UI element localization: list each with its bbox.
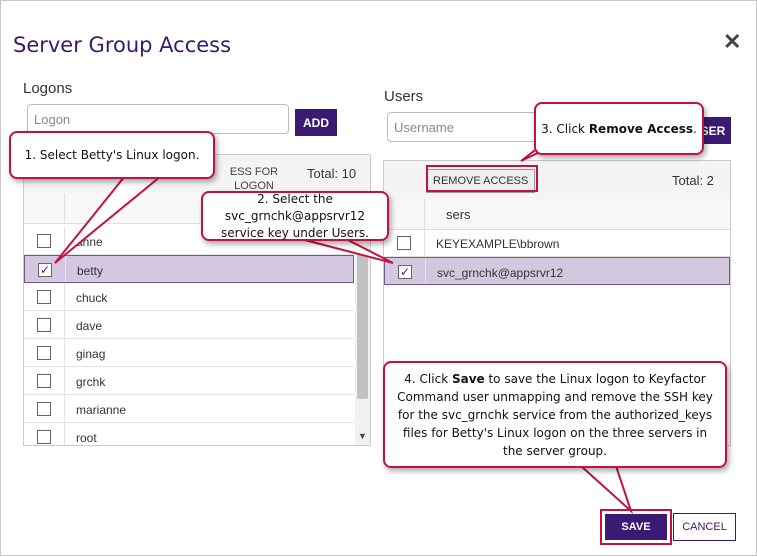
callout-step-1: 1. Select Betty's Linux logon.	[9, 131, 215, 179]
c3-bold: Remove Access	[588, 121, 694, 136]
callout-step-2-line1: 2. Select the svc_grnchk@appsrvr12	[224, 191, 366, 223]
c4-prefix: 4. Click	[404, 371, 452, 386]
c3-suffix: .	[693, 121, 697, 136]
server-group-access-dialog: Server Group Access ✕ Logons ADD ESS FOR…	[0, 0, 757, 556]
callout-step-4: 4. Click Save to save the Linux logon to…	[383, 361, 727, 468]
arrow-4	[578, 465, 634, 515]
c3-prefix: 3. Click	[541, 121, 589, 136]
callout-step-3: 3. Click Remove Access.	[534, 102, 704, 155]
callout-step-3-text: 3. Click Remove Access.	[541, 122, 697, 136]
callout-step-2-line2: service key under Users.	[221, 225, 369, 240]
callout-step-2: 2. Select the svc_grnchk@appsrvr12 servi…	[201, 191, 389, 241]
arrow-1	[54, 175, 164, 264]
callout-step-4-text: 4. Click Save to save the Linux logon to…	[393, 370, 717, 460]
callout-step-1-text: 1. Select Betty's Linux logon.	[24, 148, 200, 162]
c4-bold: Save	[451, 371, 485, 386]
callout-arrows	[54, 129, 634, 515]
arrow-2	[300, 238, 394, 264]
